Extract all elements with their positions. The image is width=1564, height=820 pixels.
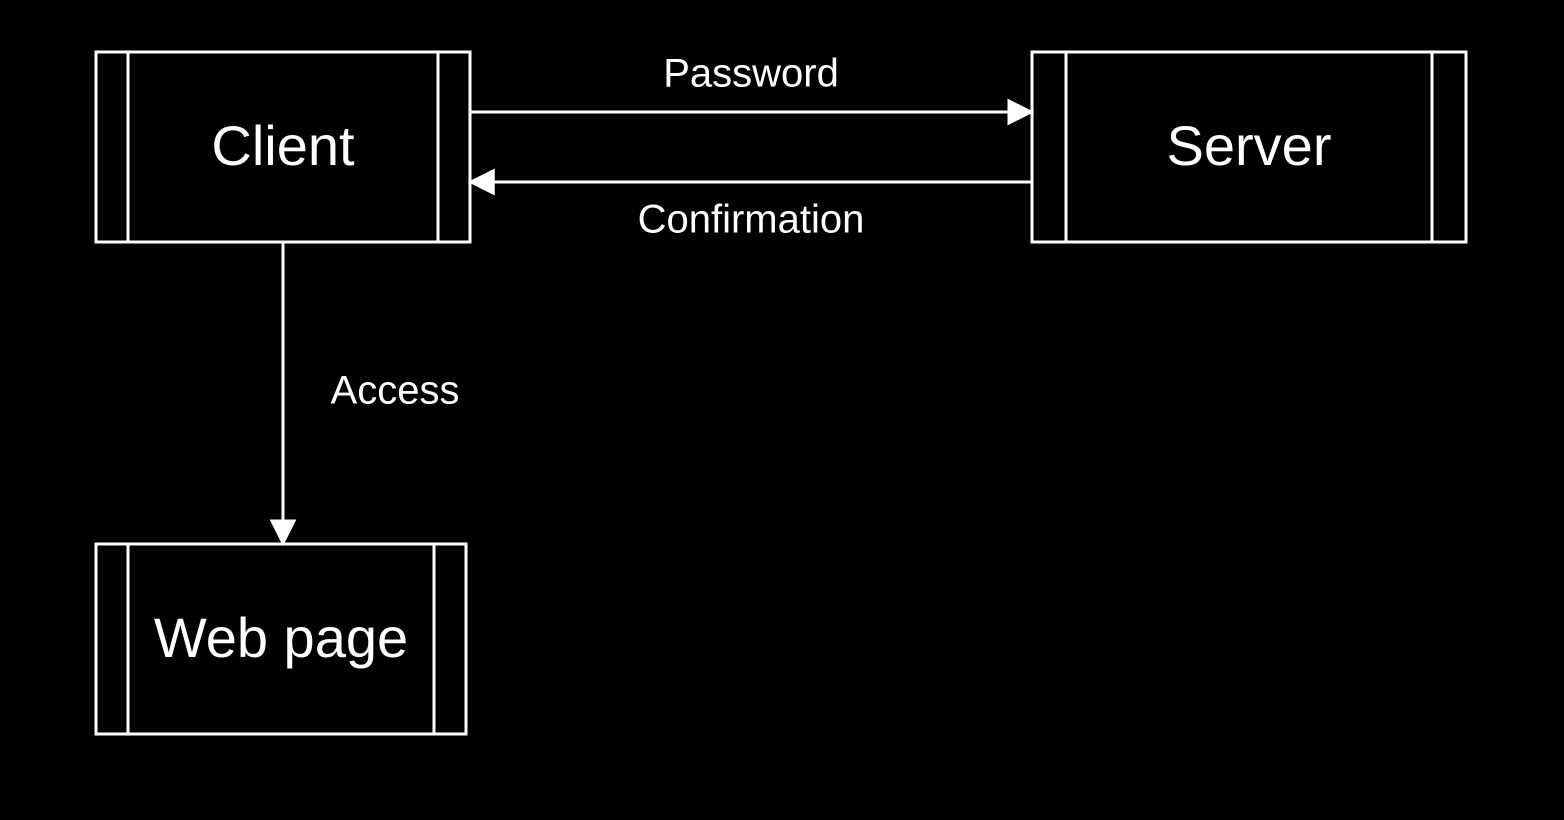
server-label: Server — [1167, 114, 1332, 177]
client-label: Client — [211, 114, 355, 177]
client-node: Client — [96, 52, 470, 242]
access-edge-label: Access — [331, 369, 460, 413]
webpage-label: Web page — [154, 606, 408, 669]
confirmation-edge: Confirmation — [470, 182, 1032, 242]
diagram-canvas: Client Server Web page Password Confirma… — [0, 0, 1564, 820]
webpage-node: Web page — [96, 544, 466, 734]
confirmation-edge-label: Confirmation — [638, 198, 865, 242]
password-edge: Password — [470, 52, 1032, 112]
access-edge: Access — [283, 242, 459, 544]
password-edge-label: Password — [663, 52, 839, 96]
server-node: Server — [1032, 52, 1466, 242]
